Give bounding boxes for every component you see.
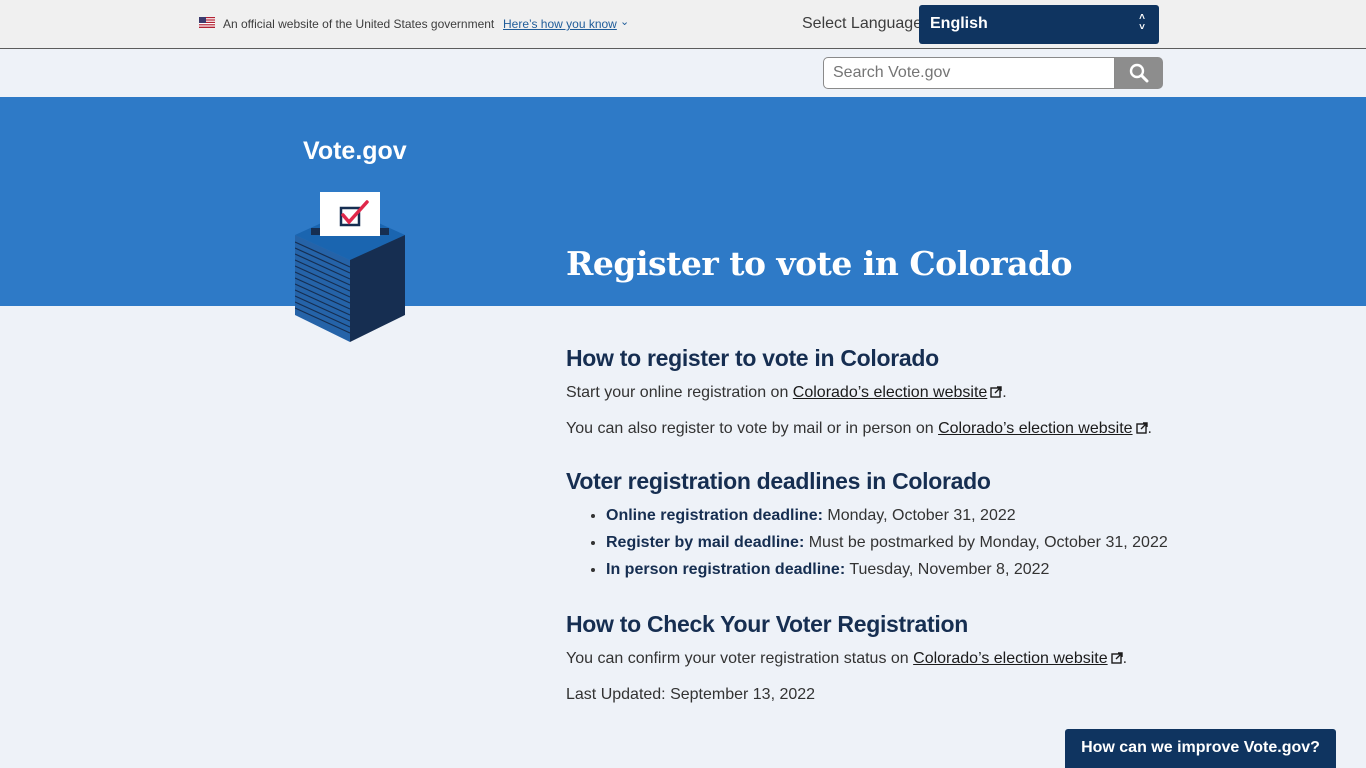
check-registration-heading: How to Check Your Voter Registration — [566, 611, 968, 637]
feedback-button[interactable]: How can we improve Vote.gov? — [1065, 729, 1336, 768]
deadlines-heading: Voter registration deadlines in Colorado — [566, 468, 991, 494]
search-bar — [823, 57, 1163, 89]
heres-how-you-know-link[interactable]: Here’s how you know — [503, 17, 617, 31]
deadline-item: In person registration deadline: Tuesday… — [606, 561, 1186, 579]
election-website-link[interactable]: Colorado’s election website — [793, 384, 987, 401]
paragraph-text: You can also register to vote by mail or… — [566, 420, 939, 437]
search-input[interactable] — [823, 57, 1115, 89]
gov-banner: An official website of the United States… — [0, 0, 1366, 49]
search-icon — [1129, 63, 1149, 83]
search-button[interactable] — [1115, 57, 1163, 89]
us-flag-icon — [199, 17, 215, 28]
election-website-link[interactable]: Colorado’s election website — [913, 650, 1107, 667]
deadline-label: Online registration deadline: — [606, 507, 823, 524]
external-link-icon — [1110, 652, 1123, 664]
deadline-label: Register by mail deadline: — [606, 534, 805, 551]
external-link-icon — [1135, 422, 1148, 434]
page-title: Register to vote in Colorado — [566, 244, 1073, 283]
deadline-value: Monday, October 31, 2022 — [822, 507, 1016, 524]
deadline-value: Tuesday, November 8, 2022 — [845, 561, 1050, 578]
external-link-icon — [990, 386, 1002, 398]
election-website-link[interactable]: Colorado’s election website — [938, 420, 1132, 437]
mail-in-person-paragraph: You can also register to vote by mail or… — [566, 420, 1152, 437]
check-status-paragraph: You can confirm your voter registration … — [566, 650, 1128, 667]
deadline-label: In person registration deadline: — [606, 561, 846, 578]
select-language-label: Select Language — [802, 15, 923, 32]
online-registration-paragraph: Start your online registration on Colora… — [566, 384, 1007, 401]
ballot-box-icon — [295, 192, 405, 342]
register-heading: How to register to vote in Colorado — [566, 345, 939, 371]
official-website-text: An official website of the United States… — [223, 17, 495, 31]
deadlines-list: Online registration deadline: Monday, Oc… — [566, 507, 1186, 579]
last-updated: Last Updated: September 13, 2022 — [566, 686, 816, 703]
deadline-item: Register by mail deadline: Must be postm… — [606, 534, 1186, 552]
select-arrows-icon: ˄ ˅ — [1139, 12, 1145, 33]
paragraph-text: Start your online registration on — [566, 384, 793, 401]
chevron-down-icon[interactable]: ⌄ — [620, 15, 629, 28]
deadline-item: Online registration deadline: Monday, Oc… — [606, 507, 1186, 525]
language-selected-value: English — [930, 15, 988, 32]
vote-gov-logo[interactable]: Vote.gov — [303, 137, 407, 166]
deadline-value: Must be postmarked by Monday, October 31… — [804, 534, 1168, 551]
main-content: How to register to vote in Colorado Star… — [566, 345, 1186, 722]
paragraph-text: You can confirm your voter registration … — [566, 650, 914, 667]
language-select[interactable]: English ˄ ˅ — [919, 5, 1159, 44]
